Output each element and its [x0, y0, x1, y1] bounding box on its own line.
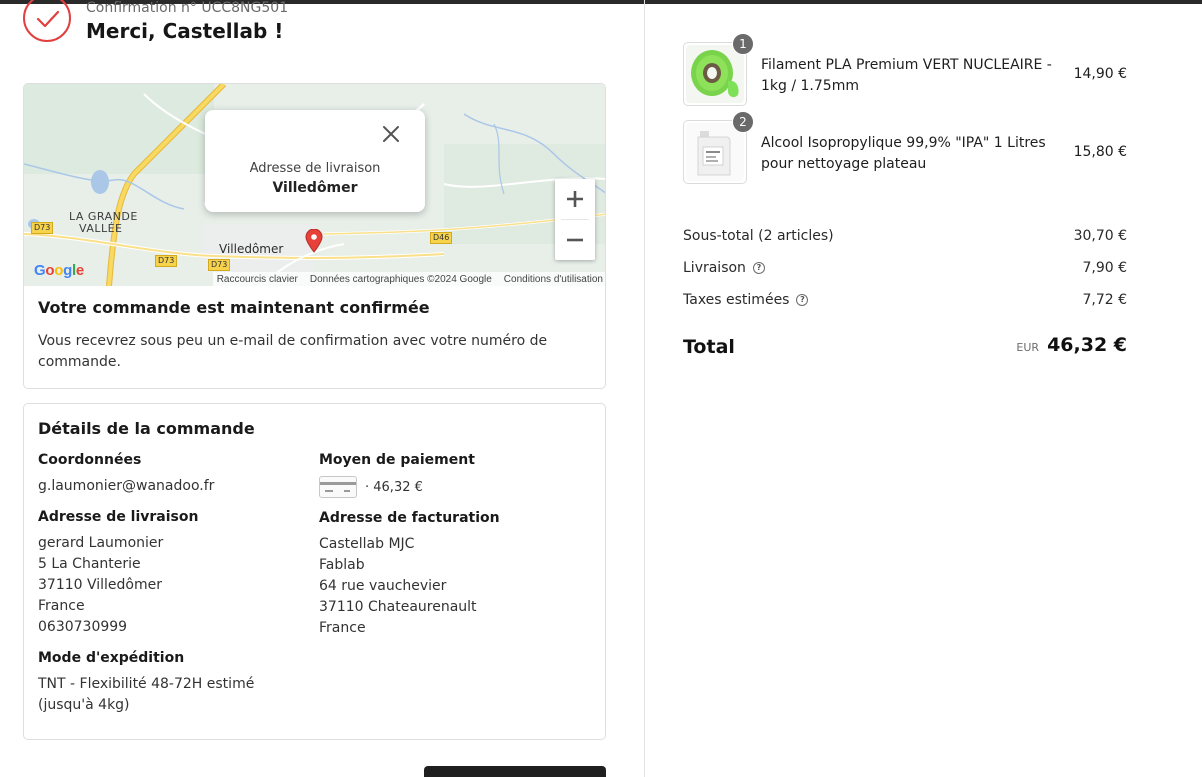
taxes-row: Taxes estimées ? 7,72 €	[683, 292, 1127, 312]
taxes-value: 7,72 €	[1082, 292, 1127, 308]
delivery-map[interactable]: LA GRANDE VALLÉE Villedômer D73 D73 D73 …	[24, 84, 605, 286]
total-value: 46,32 €	[1047, 334, 1127, 356]
taxes-label-wrap: Taxes estimées ?	[683, 292, 809, 308]
address-line: Castellab MJC	[319, 536, 415, 552]
zoom-in-button[interactable]	[555, 179, 595, 219]
payment-amount: · 46,32 €	[365, 479, 423, 495]
shipping-address-lines: gerard Laumonier 5 La Chanterie 37110 Vi…	[38, 533, 308, 638]
address-line: Fablab	[319, 557, 365, 573]
map-info-popup: Adresse de livraison Villedômer	[205, 110, 425, 212]
google-logo[interactable]: Google	[34, 262, 84, 279]
total-label: Total	[683, 336, 735, 358]
map-confirmation-card: LA GRANDE VALLÉE Villedômer D73 D73 D73 …	[23, 83, 606, 389]
map-label-vallee: VALLÉE	[79, 222, 123, 235]
total-amount: EUR 46,32 €	[1016, 334, 1127, 356]
payment-section: Moyen de paiement · 46,32 €	[319, 452, 589, 498]
shipping-address-section: Adresse de livraison gerard Laumonier 5 …	[38, 509, 308, 638]
help-icon[interactable]: ?	[752, 262, 765, 274]
address-line: 37110 Villedômer	[38, 577, 162, 593]
zoom-controls	[555, 179, 595, 260]
zoom-out-button[interactable]	[555, 220, 595, 260]
subtotal-row: Sous-total (2 articles) 30,70 €	[683, 228, 1127, 248]
product-thumbnail: 1	[683, 33, 754, 106]
subtotal-value: 30,70 €	[1073, 228, 1127, 244]
popup-label: Adresse de livraison	[249, 161, 381, 176]
product-price: 15,80 €	[1073, 144, 1127, 160]
confirmation-title: Votre commande est maintenant confirmée	[38, 298, 430, 317]
confirmation-check-icon	[23, 0, 71, 42]
quantity-badge: 1	[732, 33, 754, 55]
subtotal-label: Sous-total (2 articles)	[683, 228, 834, 244]
road-badge-d73: D73	[31, 222, 54, 234]
white-bottle-icon	[686, 123, 744, 181]
billing-address-heading: Adresse de facturation	[319, 510, 500, 526]
confirmation-number: Confirmation n° UCC8NG501	[86, 0, 289, 16]
confirmation-message: Votre commande est maintenant confirmée …	[38, 298, 593, 373]
order-details-title: Détails de la commande	[38, 419, 255, 438]
order-details-card: Détails de la commande Coordonnées g.lau…	[23, 403, 606, 740]
product-price: 14,90 €	[1073, 66, 1127, 82]
road-badge-d73: D73	[208, 259, 231, 271]
map-data-credit: Données cartographiques ©2024 Google	[309, 273, 492, 285]
cart-item: 2 Alcool Isopropylique 99,9% "IPA" 1 Lit…	[683, 111, 1127, 184]
credit-card-icon	[319, 476, 357, 498]
minus-icon	[567, 238, 583, 242]
popup-city: Villedômer	[272, 180, 358, 196]
shipping-value: 7,90 €	[1082, 260, 1127, 276]
page-title: Merci, Castellab !	[86, 19, 284, 43]
address-line: gerard Laumonier	[38, 535, 164, 551]
product-name: Filament PLA Premium VERT NUCLEAIRE - 1k…	[761, 57, 1052, 94]
road-badge-d73: D73	[155, 255, 178, 267]
plus-icon	[567, 191, 583, 207]
billing-address-lines: Castellab MJC Fablab 64 rue vauchevier 3…	[319, 534, 589, 639]
address-line: 64 rue vauchevier	[319, 578, 447, 594]
payment-heading: Moyen de paiement	[319, 452, 475, 468]
quantity-badge: 2	[732, 111, 754, 133]
shipping-method-value: TNT - Flexibilité 48-72H estimé (jusqu'à…	[38, 676, 255, 713]
address-line: France	[38, 598, 85, 614]
shipping-address-heading: Adresse de livraison	[38, 509, 199, 525]
keyboard-shortcuts-link[interactable]: Raccourcis clavier	[217, 274, 298, 285]
address-line: 0630730999	[38, 619, 128, 635]
map-attribution: Raccourcis clavier Données cartographiqu…	[212, 272, 605, 286]
shipping-method-heading: Mode d'expédition	[38, 650, 185, 666]
continue-shopping-button[interactable]	[424, 766, 606, 777]
details-left-column: Coordonnées g.laumonier@wanadoo.fr Adres…	[38, 452, 308, 728]
terms-link[interactable]: Conditions d'utilisation	[504, 274, 603, 285]
shipping-method-section: Mode d'expédition TNT - Flexibilité 48-7…	[38, 650, 308, 716]
contact-heading: Coordonnées	[38, 452, 142, 468]
taxes-label: Taxes estimées	[683, 292, 790, 308]
payment-row: · 46,32 €	[319, 476, 589, 498]
total-row: Total EUR 46,32 €	[683, 334, 1127, 362]
confirmation-text: Vous recevrez sous peu un e-mail de conf…	[38, 333, 548, 370]
address-line: 5 La Chanterie	[38, 556, 141, 572]
help-icon[interactable]: ?	[796, 294, 809, 306]
product-name: Alcool Isopropylique 99,9% "IPA" 1 Litre…	[761, 135, 1046, 172]
road-badge-d46: D46	[430, 232, 453, 244]
address-line: 37110 Chateaurenault	[319, 599, 477, 615]
close-icon[interactable]	[379, 122, 403, 146]
order-summary-column: 1 Filament PLA Premium VERT NUCLEAIRE - …	[646, 0, 1202, 777]
product-thumbnail: 2	[683, 111, 754, 184]
contact-email: g.laumonier@wanadoo.fr	[38, 478, 215, 494]
address-line: France	[319, 620, 366, 636]
location-pin-icon[interactable]	[305, 228, 323, 257]
order-status-column: Confirmation n° UCC8NG501 Merci, Castell…	[0, 0, 645, 777]
cart-item: 1 Filament PLA Premium VERT NUCLEAIRE - …	[683, 33, 1127, 106]
currency-code: EUR	[1016, 341, 1040, 354]
shipping-label: Livraison	[683, 260, 746, 276]
shipping-row: Livraison ? 7,90 €	[683, 260, 1127, 280]
map-label-villedomer: Villedômer	[219, 242, 284, 256]
green-filament-spool-icon	[686, 45, 744, 103]
billing-address-section: Adresse de facturation Castellab MJC Fab…	[319, 510, 589, 639]
contact-section: Coordonnées g.laumonier@wanadoo.fr	[38, 452, 308, 497]
details-right-column: Moyen de paiement · 46,32 € Adresse de f…	[319, 452, 589, 651]
shipping-label-wrap: Livraison ?	[683, 260, 765, 276]
